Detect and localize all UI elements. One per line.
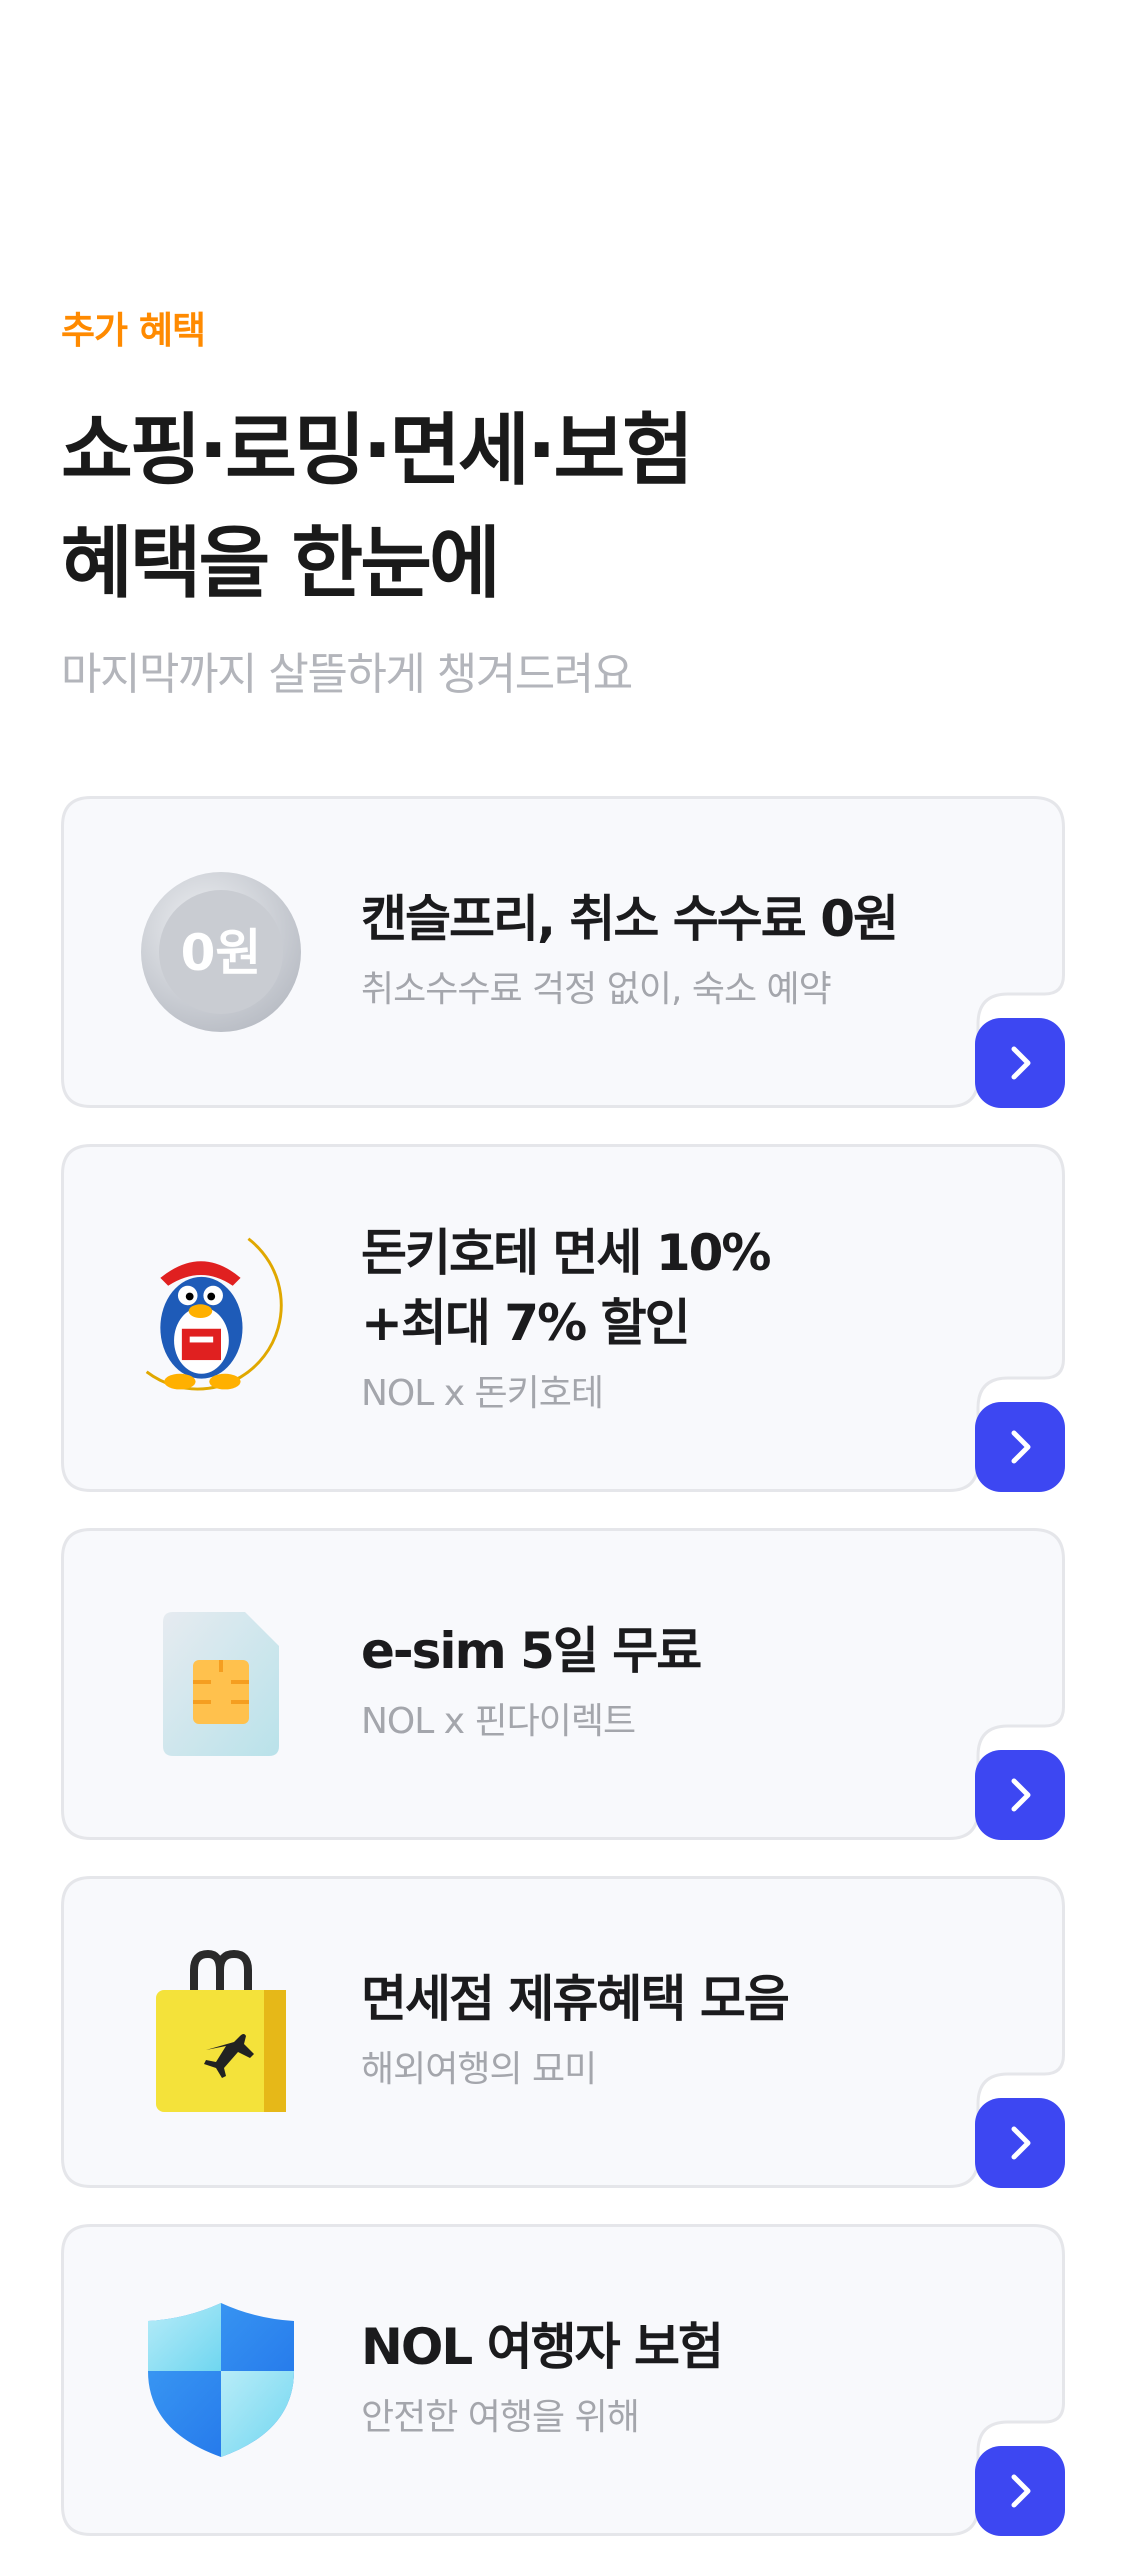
go-button[interactable] — [975, 1018, 1065, 1108]
go-button[interactable] — [975, 1402, 1065, 1492]
card-title: NOL 여행자 보험 — [361, 2318, 724, 2376]
chevron-right-icon — [1011, 1046, 1031, 1080]
section-eyebrow: 추가 혜택 — [61, 309, 206, 352]
card-title: 면세점 제휴혜택 모음 — [361, 1970, 790, 2028]
card-text: 캔슬프리, 취소 수수료 0원 취소수수료 걱정 없이, 숙소 예약 — [361, 884, 899, 1012]
card-subtitle: NOL x 핀다이렉트 — [361, 1701, 636, 1742]
benefit-card-donki[interactable]: 돈키호테 면세 10% +최대 7% 할인 NOL x 돈키호테 — [61, 1144, 1065, 1492]
chevron-right-icon — [1011, 2126, 1031, 2160]
card-subtitle: 취소수수료 걱정 없이, 숙소 예약 — [361, 969, 832, 1010]
benefit-card-duty-free[interactable]: 면세점 제휴혜택 모음 해외여행의 묘미 — [61, 1876, 1065, 2188]
section-subhead: 마지막까지 살뜰하게 챙겨드려요 — [61, 649, 633, 700]
chevron-right-icon — [1011, 1430, 1031, 1464]
card-title: e-sim 5일 무료 — [361, 1622, 702, 1680]
zero-won-coin-icon: 0원 — [131, 862, 311, 1042]
section-headline: 쇼핑·로밍·면세·보험 혜택을 한눈에 — [61, 395, 694, 621]
benefit-card-cancel-free[interactable]: 0원 캔슬프리, 취소 수수료 0원 취소수수료 걱정 없이, 숙소 예약 — [61, 796, 1065, 1108]
esim-card-icon — [131, 1594, 311, 1774]
card-subtitle: NOL x 돈키호테 — [361, 1373, 604, 1414]
card-title-line-1: 돈키호테 면세 10% — [361, 1224, 771, 1282]
go-button[interactable] — [975, 2446, 1065, 2536]
card-text: e-sim 5일 무료 NOL x 핀다이렉트 — [361, 1616, 702, 1744]
card-title: 캔슬프리, 취소 수수료 0원 — [361, 890, 899, 948]
coin-label: 0원 — [181, 924, 262, 982]
chevron-right-icon — [1011, 2474, 1031, 2508]
headline-line-1: 쇼핑·로밍·면세·보험 — [61, 406, 694, 496]
chevron-right-icon — [1011, 1778, 1031, 1812]
go-button[interactable] — [975, 2098, 1065, 2188]
extra-benefits-section: 추가 혜택 쇼핑·로밍·면세·보험 혜택을 한눈에 마지막까지 살뜰하게 챙겨드… — [0, 0, 1125, 2571]
card-title-line-2: +최대 7% 할인 — [361, 1294, 691, 1352]
shield-icon — [131, 2290, 311, 2470]
headline-line-2: 혜택을 한눈에 — [61, 519, 501, 609]
go-button[interactable] — [975, 1750, 1065, 1840]
card-text: 면세점 제휴혜택 모음 해외여행의 묘미 — [361, 1964, 790, 2092]
card-subtitle: 해외여행의 묘미 — [361, 2049, 597, 2090]
donki-penguin-moon-icon — [131, 1228, 311, 1408]
card-subtitle: 안전한 여행을 위해 — [361, 2397, 640, 2438]
shopping-bag-plane-icon — [131, 1942, 311, 2122]
benefit-card-esim[interactable]: e-sim 5일 무료 NOL x 핀다이렉트 — [61, 1528, 1065, 1840]
card-text: 돈키호테 면세 10% +최대 7% 할인 NOL x 돈키호테 — [361, 1218, 771, 1416]
card-text: NOL 여행자 보험 안전한 여행을 위해 — [361, 2312, 724, 2440]
benefit-card-insurance[interactable]: NOL 여행자 보험 안전한 여행을 위해 — [61, 2224, 1065, 2536]
